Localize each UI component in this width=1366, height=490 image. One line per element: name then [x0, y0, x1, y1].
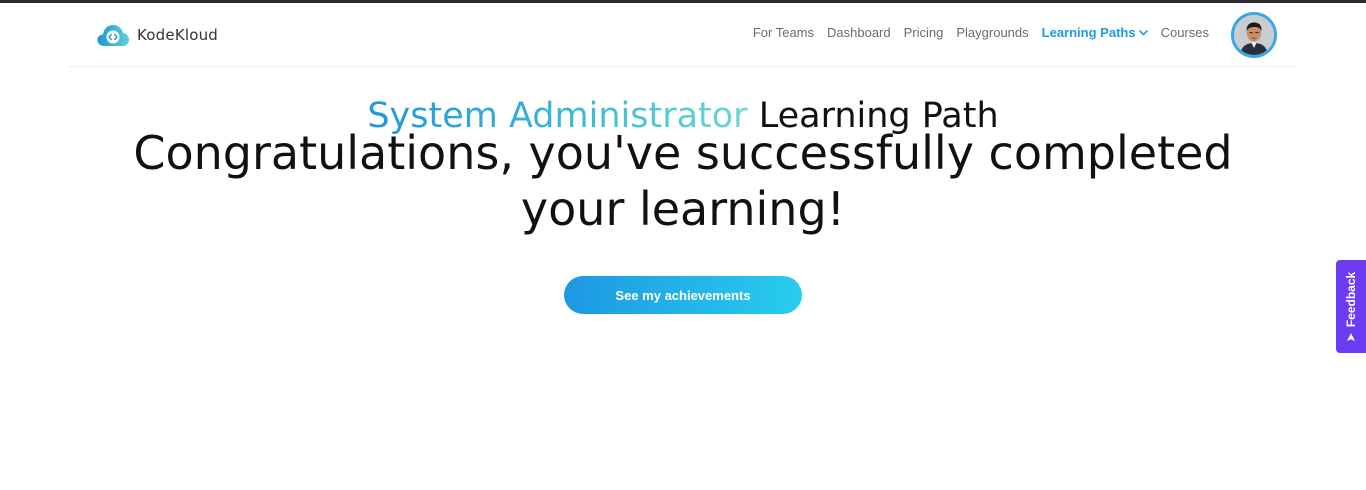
feedback-label: Feedback — [1344, 271, 1358, 327]
nav-courses[interactable]: Courses — [1161, 25, 1209, 40]
user-avatar-icon — [1234, 15, 1274, 55]
nav-pricing[interactable]: Pricing — [904, 25, 944, 40]
main-nav: For Teams Dashboard Pricing Playgrounds … — [753, 25, 1209, 40]
chevron-down-icon — [1138, 29, 1148, 36]
nav-for-teams[interactable]: For Teams — [753, 25, 814, 40]
nav-playgrounds[interactable]: Playgrounds — [956, 25, 1028, 40]
nav-dashboard[interactable]: Dashboard — [827, 25, 891, 40]
cloud-code-logo-icon — [97, 25, 129, 46]
nav-learning-paths[interactable]: Learning Paths — [1042, 25, 1148, 40]
brand-name: KodeKloud — [137, 26, 219, 44]
top-navbar: KodeKloud For Teams Dashboard Pricing Pl… — [68, 3, 1296, 67]
completion-message: Congratulations, you've successfully com… — [133, 126, 1233, 236]
brand-logo[interactable]: KodeKloud — [96, 22, 218, 48]
feedback-tab-content: Feedback — [1344, 271, 1358, 341]
user-avatar[interactable] — [1231, 12, 1277, 58]
send-arrow-icon — [1347, 332, 1355, 341]
nav-learning-paths-label: Learning Paths — [1041, 25, 1136, 40]
feedback-tab[interactable]: Feedback — [1336, 260, 1366, 353]
see-achievements-button[interactable]: See my achievements — [564, 276, 802, 314]
